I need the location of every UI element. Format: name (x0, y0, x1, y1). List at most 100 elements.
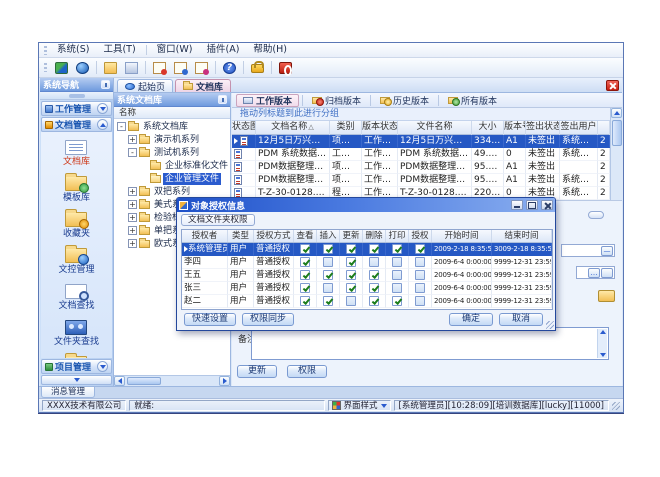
column-header-5[interactable]: 文件名称 (398, 121, 472, 135)
tab-document-folder-permissions[interactable]: 文档文件夹权限 (181, 214, 255, 226)
remark-scrollbar[interactable] (597, 329, 607, 358)
column-header-2[interactable]: 文档名称△ (256, 121, 330, 135)
column-header-1[interactable]: 状态图 (232, 121, 256, 135)
column-header-5[interactable]: 插入 (317, 230, 340, 242)
sidebar-item-checked-out[interactable]: 签出的文档 (54, 352, 99, 358)
tree-column-header[interactable]: 名称 (114, 107, 230, 119)
checkbox-checked-icon[interactable] (369, 270, 379, 280)
document-row[interactable]: PDM 系统数据整理检...工艺文档工作版本PDM 系统数据整理...49.50… (232, 148, 610, 161)
chevron-down-icon[interactable] (97, 103, 108, 114)
scroll-left-button[interactable] (114, 376, 125, 386)
pin-icon[interactable] (101, 80, 110, 89)
column-header-9[interactable]: 签出用户 (560, 121, 598, 135)
checkbox-checked-icon[interactable] (392, 296, 402, 306)
resize-grip[interactable] (612, 402, 620, 410)
menu-item-3[interactable]: 窗口(W) (150, 43, 200, 57)
permission-row[interactable]: 王五用户普通授权2009-6-4 0:00:009999-12-31 23:59… (182, 269, 552, 282)
dialog-titlebar[interactable]: 对象授权信息 (177, 198, 555, 212)
mail-new-button[interactable] (150, 59, 169, 76)
checkbox-unchecked-icon[interactable] (323, 257, 333, 267)
tab-document-library-tab[interactable]: 文档库 (175, 79, 231, 92)
checkbox-checked-icon[interactable] (369, 283, 379, 293)
collapse-icon[interactable]: - (128, 148, 137, 157)
cancel-button[interactable]: 取消 (499, 313, 543, 326)
column-header-4[interactable]: 查看 (294, 230, 317, 242)
detail-field-2[interactable]: … (576, 266, 615, 279)
document-row[interactable]: 12月5日万兴隆网行...项目文档工作版本12月5日万兴隆网行...334.00… (232, 135, 610, 148)
quick-setup-button[interactable]: 快速设置 (184, 313, 236, 326)
tree-horizontal-scrollbar[interactable] (114, 375, 230, 386)
exit-button[interactable] (276, 59, 295, 76)
column-header-7[interactable]: 删除 (363, 230, 386, 242)
group-by-bar[interactable]: 拖动列标题到此进行分组 (232, 108, 610, 121)
column-header-3[interactable]: 授权方式 (254, 230, 294, 242)
checkbox-unchecked-icon[interactable] (323, 283, 333, 293)
pin-icon[interactable] (218, 95, 227, 104)
tree-node[interactable]: -测试机系列 (114, 146, 230, 159)
tab-all-version[interactable]: 所有版本 (442, 94, 503, 107)
sidebar-section-work-management[interactable]: 工作管理 (41, 101, 112, 116)
expand-icon[interactable]: + (128, 135, 137, 144)
checkbox-checked-icon[interactable] (300, 244, 310, 254)
checkbox-checked-icon[interactable] (415, 244, 425, 254)
tree-node[interactable]: +演示机系列 (114, 133, 230, 146)
open-folder-button[interactable] (101, 59, 120, 76)
web-button[interactable] (73, 59, 92, 76)
expand-icon[interactable]: + (128, 187, 137, 196)
connection-button[interactable] (52, 59, 71, 76)
detail-field-1[interactable]: — (561, 244, 615, 257)
checkbox-checked-icon[interactable] (346, 257, 356, 267)
close-button[interactable] (541, 200, 553, 210)
tab-message-management[interactable]: 消息管理 (41, 387, 95, 398)
scroll-right-button[interactable] (219, 376, 230, 386)
checkbox-checked-icon[interactable] (323, 296, 333, 306)
sidebar-item-document-library[interactable]: 文档库 (63, 136, 90, 167)
checkbox-checked-icon[interactable] (300, 296, 310, 306)
expand-icon[interactable]: + (128, 213, 137, 222)
expand-icon[interactable]: + (128, 226, 137, 235)
checkbox-checked-icon[interactable] (323, 270, 333, 280)
sidebar-section-document-management[interactable]: 文档管理 (41, 117, 112, 132)
sidebar-item-doc-control[interactable]: 文控管理 (58, 244, 94, 275)
tab-home-page[interactable]: 起始页 (117, 79, 173, 92)
workspace-button[interactable] (122, 59, 141, 76)
checkbox-unchecked-icon[interactable] (346, 296, 356, 306)
ellipsis-button[interactable]: … (588, 268, 600, 278)
close-tab-button[interactable] (606, 80, 619, 91)
checkbox-checked-icon[interactable] (300, 257, 310, 267)
checkbox-unchecked-icon[interactable] (415, 257, 425, 267)
checkbox-unchecked-icon[interactable] (392, 270, 402, 280)
tree-node[interactable]: 企业管理文件 (114, 172, 230, 185)
checkbox-checked-icon[interactable] (346, 283, 356, 293)
checkbox-checked-icon[interactable] (346, 244, 356, 254)
column-header-10[interactable] (598, 121, 610, 135)
column-header-2[interactable]: 类型 (228, 230, 254, 242)
collapse-icon[interactable]: - (117, 122, 126, 131)
interface-style-button[interactable]: 界面样式 (328, 400, 391, 411)
checkbox-checked-icon[interactable] (346, 270, 356, 280)
minimize-button[interactable] (511, 200, 523, 210)
scrollbar-thumb[interactable] (612, 120, 622, 146)
chevron-up-icon[interactable] (97, 119, 108, 130)
checkbox-unchecked-icon[interactable] (369, 257, 379, 267)
checkbox-checked-icon[interactable] (369, 244, 379, 254)
checkbox-unchecked-icon[interactable] (415, 270, 425, 280)
menu-item-1[interactable]: 系统(S) (50, 43, 96, 57)
document-row[interactable]: PDM数据整理方案.doc项目文档工作版本PDM数据整理方案.doc95.00K… (232, 161, 610, 174)
small-button[interactable] (601, 268, 613, 278)
tab-history-version[interactable]: 历史版本 (374, 94, 435, 107)
column-header-4[interactable]: 版本状态 (362, 121, 398, 135)
checkbox-checked-icon[interactable] (300, 283, 310, 293)
checkbox-checked-icon[interactable] (300, 270, 310, 280)
scrollbar-thumb[interactable] (127, 377, 161, 385)
update-button[interactable]: 更新 (237, 365, 277, 378)
permission-row[interactable]: 系统管理员用户普通授权2009-2-18 8:35:573009-2-18 8:… (182, 243, 552, 256)
browse-folder-button[interactable] (598, 290, 615, 302)
menu-item-4[interactable]: 插件(A) (199, 43, 246, 57)
chevron-down-icon[interactable] (97, 361, 108, 372)
checkbox-unchecked-icon[interactable] (415, 296, 425, 306)
expand-icon[interactable]: + (128, 200, 137, 209)
ok-button[interactable]: 确定 (449, 313, 493, 326)
column-header-3[interactable]: 类别 (330, 121, 362, 135)
tree-node[interactable]: -系统文档库 (114, 120, 230, 133)
